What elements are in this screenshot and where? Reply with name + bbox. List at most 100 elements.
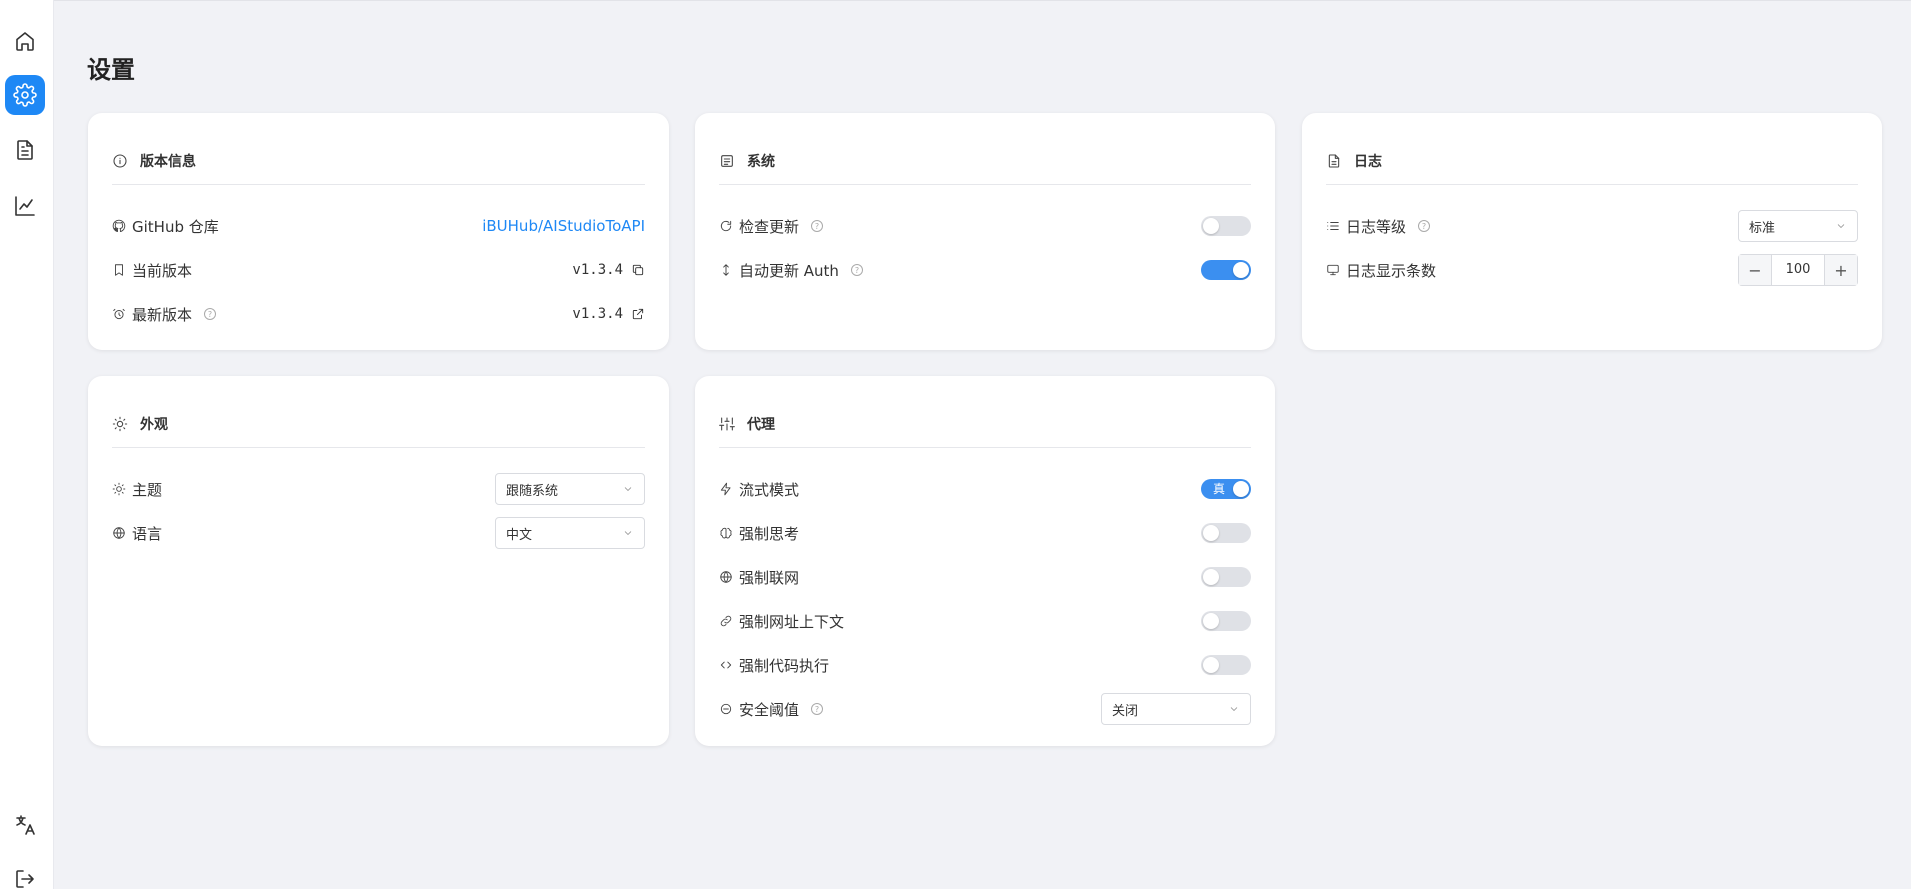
sidebar-item-home[interactable] [5,21,45,61]
globe-icon [113,527,125,539]
sidebar-item-language[interactable] [5,805,45,845]
help-icon[interactable]: ? [204,308,217,320]
stream-mode-row: 流式模式 真 [719,467,1251,511]
code-icon [720,661,732,669]
log-level-value: 标准 [1749,220,1776,236]
chart-icon [15,196,35,216]
force-code-label: 强制代码执行 [739,656,830,675]
chevron-down-icon [1230,707,1238,712]
copy-icon[interactable] [631,263,645,277]
safety-label: 安全阈值 [739,700,800,719]
language-select[interactable]: 中文 [495,517,645,549]
log-count-stepper: − 100 + [1738,254,1858,286]
sun-icon [112,482,126,496]
github-repo-link[interactable]: iBUHub/AIStudioToAPI [482,217,645,235]
link-icon [720,615,732,627]
chevron-down-icon [624,531,632,536]
version-card-title: 版本信息 [140,153,196,170]
force-think-label: 强制思考 [739,524,800,543]
minus-circle-icon [720,703,732,715]
sun-icon [112,416,128,432]
theme-row: 主题 跟随系统 [112,467,645,511]
refresh-icon [720,220,732,232]
log-level-select[interactable]: 标准 [1738,210,1858,242]
sidebar-item-settings[interactable] [5,75,45,115]
current-version-value: v1.3.4 [572,262,623,278]
force-think-row: 强制思考 [719,511,1251,555]
latest-version-row: 最新版本? v1.3.4 [112,292,645,336]
top-border [0,0,1911,1]
help-icon[interactable]: ? [811,703,824,715]
gear-icon [13,83,37,107]
chevron-down-icon [624,487,632,492]
appearance-card-header: 外观 [112,400,645,448]
current-version-label: 当前版本 [132,261,193,280]
auto-update-toggle[interactable] [1201,260,1251,280]
auto-update-row: 自动更新 Auth? [719,248,1251,292]
force-web-row: 强制联网 [719,555,1251,599]
list-icon [1327,222,1339,230]
stream-mode-label: 流式模式 [739,480,800,499]
logout-icon [16,870,34,888]
log-count-input[interactable]: 100 [1771,255,1825,285]
github-label: GitHub 仓库 [132,217,219,236]
sidebar-item-logout[interactable] [5,859,45,889]
force-web-label: 强制联网 [739,568,800,587]
force-think-toggle[interactable] [1201,523,1251,543]
safety-row: 安全阈值? 关闭 [719,687,1251,731]
file-text-icon [1326,153,1342,169]
lightning-icon [720,482,731,496]
latest-version-label: 最新版本 [132,305,193,324]
proxy-card: 代理 流式模式 真 强制思考 强制联网 强制网址上下文 强制代码执行 安全阈值?… [695,376,1275,746]
appearance-card: 外观 主题 跟随系统 语言 中文 [88,376,669,746]
system-card-header: 系统 [719,137,1251,185]
increment-button[interactable]: + [1825,255,1857,285]
sliders-icon [719,416,735,432]
theme-value: 跟随系统 [506,483,559,499]
help-icon[interactable]: ? [811,220,824,232]
proxy-card-header: 代理 [719,400,1251,448]
sidebar-item-logs[interactable] [5,130,45,170]
help-icon[interactable]: ? [1418,220,1431,232]
language-row: 语言 中文 [112,511,645,555]
theme-select[interactable]: 跟随系统 [495,473,645,505]
log-level-row: 日志等级? 标准 [1326,204,1858,248]
check-update-label: 检查更新 [739,217,800,236]
safety-value: 关闭 [1112,703,1139,719]
monitor-icon [1327,264,1339,276]
external-link-icon[interactable] [631,307,645,321]
language-label: 语言 [132,524,163,543]
auto-update-label: 自动更新 Auth [739,261,839,280]
safety-select[interactable]: 关闭 [1101,693,1251,725]
translate-icon [16,815,35,835]
alarm-clock-icon [113,308,125,320]
force-url-toggle[interactable] [1201,611,1251,631]
force-web-toggle[interactable] [1201,567,1251,587]
help-icon[interactable]: ? [850,264,863,276]
log-level-label: 日志等级 [1346,217,1407,236]
toggle-text: 真 [1213,482,1226,496]
theme-label: 主题 [132,480,163,499]
up-down-arrow-icon [723,264,729,276]
stream-mode-toggle[interactable]: 真 [1201,479,1251,499]
force-url-row: 强制网址上下文 [719,599,1251,643]
sidebar-item-stats[interactable] [5,186,45,226]
log-count-row: 日志显示条数 − 100 + [1326,248,1858,292]
appearance-card-title: 外观 [140,416,168,433]
language-value: 中文 [506,527,533,543]
force-url-label: 强制网址上下文 [739,612,845,631]
force-code-toggle[interactable] [1201,655,1251,675]
decrement-button[interactable]: − [1739,255,1771,285]
home-icon [16,32,34,51]
latest-version-value: v1.3.4 [572,306,623,322]
version-card-header: 版本信息 [112,137,645,185]
log-card: 日志 日志等级? 标准 日志显示条数 − 100 + [1302,113,1882,350]
log-count-label: 日志显示条数 [1346,261,1437,280]
check-update-row: 检查更新? [719,204,1251,248]
page-title: 设置 [87,56,135,84]
document-icon [17,140,33,160]
list-box-icon [719,153,735,169]
chevron-down-icon [1837,224,1845,229]
check-update-toggle[interactable] [1201,216,1251,236]
system-card-title: 系统 [747,153,775,170]
